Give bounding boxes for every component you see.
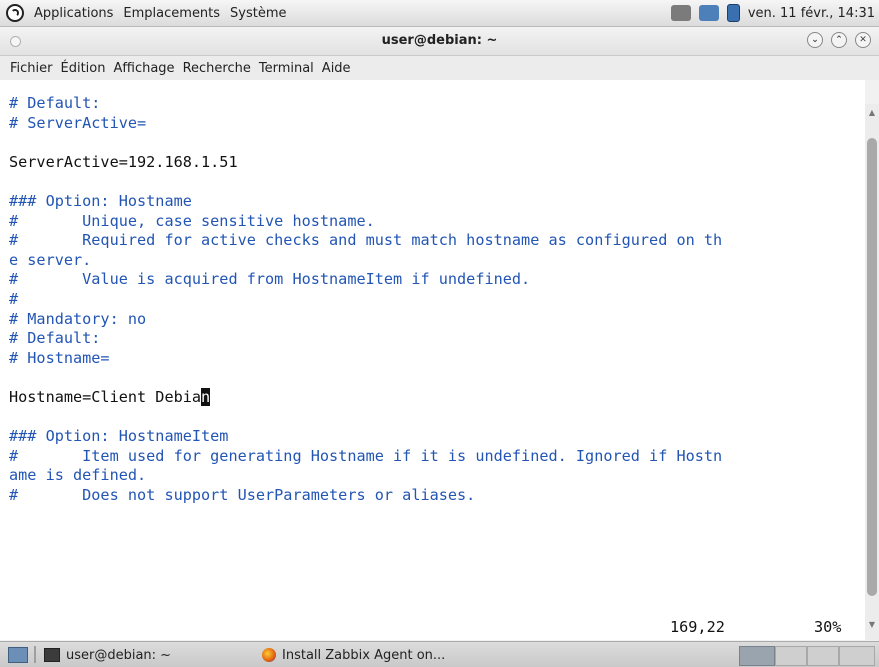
terminal-line: # Does not support UserParameters or ali… bbox=[9, 486, 475, 506]
minimize-button[interactable]: ⌄ bbox=[807, 32, 823, 48]
terminal-line: ### Option: HostnameItem bbox=[9, 427, 228, 447]
terminal-line: # Default: bbox=[9, 94, 100, 114]
taskbar-separator bbox=[34, 646, 36, 663]
task-terminal-label: user@debian: ~ bbox=[66, 647, 172, 663]
workspace-4[interactable] bbox=[839, 646, 875, 666]
menu-search[interactable]: Recherche bbox=[179, 61, 255, 76]
terminal-line-text: # Required for active checks and must ma… bbox=[9, 231, 723, 250]
menu-file[interactable]: Fichier bbox=[6, 61, 57, 76]
terminal-line: ServerActive=192.168.1.51 bbox=[9, 153, 238, 173]
terminal-line-text: ServerActive=192.168.1.51 bbox=[9, 152, 238, 171]
terminal-line: # Default: bbox=[9, 329, 100, 349]
scroll-up-icon[interactable]: ▲ bbox=[865, 108, 879, 120]
terminal-line-text: ame is defined. bbox=[9, 466, 147, 485]
terminal-line-text: # Unique, case sensitive hostname. bbox=[9, 211, 375, 230]
terminal-line-text: # Value is acquired from HostnameItem if… bbox=[9, 270, 531, 289]
terminal-line: # Required for active checks and must ma… bbox=[9, 231, 722, 251]
bottom-taskbar: user@debian: ~ Install Zabbix Agent on..… bbox=[0, 641, 879, 667]
maximize-button[interactable]: ⌃ bbox=[831, 32, 847, 48]
terminal-line-text: e server. bbox=[9, 250, 92, 269]
terminal-line-text: ### Option: Hostname bbox=[9, 192, 192, 210]
battery-icon[interactable] bbox=[726, 4, 740, 22]
terminal-line: # Item used for generating Hostname if i… bbox=[9, 447, 722, 467]
terminal-line-text: # ServerActive= bbox=[9, 113, 147, 132]
applications-logo-icon[interactable] bbox=[6, 4, 24, 22]
terminal-area[interactable]: # Default: # ServerActive= ServerActive=19… bbox=[0, 80, 865, 640]
terminal-line-text: ### Option: HostnameItem bbox=[9, 427, 229, 446]
terminal-line: # Unique, case sensitive hostname. bbox=[9, 212, 375, 232]
workspace-1[interactable] bbox=[739, 646, 775, 666]
terminal-line: e server. bbox=[9, 251, 91, 271]
terminal-line-text: # Mandatory: no bbox=[9, 309, 147, 328]
volume-icon[interactable] bbox=[670, 5, 691, 21]
scroll-down-icon[interactable]: ▼ bbox=[865, 620, 879, 632]
terminal-line-text: # Default: bbox=[9, 329, 101, 348]
terminal-line: ame is defined. bbox=[9, 466, 146, 486]
menu-applications[interactable]: Applications bbox=[32, 6, 115, 21]
terminal-line-text: # Default: bbox=[9, 94, 101, 112]
terminal-line: # ServerActive= bbox=[9, 114, 146, 134]
terminal-line-text: # Item used for generating Hostname if i… bbox=[9, 446, 723, 465]
menu-help[interactable]: Aide bbox=[318, 61, 355, 76]
scroll-percent-status: 30% bbox=[814, 618, 842, 636]
menu-places[interactable]: Emplacements bbox=[121, 6, 222, 21]
terminal-line: # Mandatory: no bbox=[9, 310, 146, 330]
task-firefox-label: Install Zabbix Agent on... bbox=[282, 647, 446, 663]
terminal-menubar: Fichier Édition Affichage Recherche Term… bbox=[0, 56, 879, 80]
menu-edit[interactable]: Édition bbox=[57, 61, 110, 76]
workspace-2[interactable] bbox=[775, 646, 807, 666]
terminal-line: Hostname=Client Debian bbox=[9, 388, 211, 408]
menu-system[interactable]: Système bbox=[228, 6, 288, 21]
clock[interactable]: ven. 11 févr., 14:31 bbox=[748, 6, 875, 21]
terminal-line: ### Option: Hostname bbox=[9, 192, 192, 212]
system-tray: ven. 11 févr., 14:31 bbox=[670, 0, 875, 26]
panel-menus: Applications Emplacements Système bbox=[6, 0, 289, 26]
text-cursor: n bbox=[201, 388, 211, 406]
network-icon[interactable] bbox=[698, 5, 719, 21]
firefox-icon bbox=[262, 648, 276, 662]
window-controls: ⌄ ⌃ ✕ bbox=[807, 32, 871, 48]
menu-terminal[interactable]: Terminal bbox=[255, 61, 318, 76]
show-desktop-icon[interactable] bbox=[8, 647, 28, 663]
scrollbar-thumb[interactable] bbox=[867, 138, 877, 596]
terminal-icon bbox=[44, 648, 60, 662]
terminal-line: # Value is acquired from HostnameItem if… bbox=[9, 270, 530, 290]
terminal-line-text: # Does not support UserParameters or ali… bbox=[9, 486, 476, 504]
terminal-line-text: Hostname=Client Debia bbox=[9, 388, 202, 406]
terminal-line-text: # bbox=[9, 290, 19, 308]
menu-view[interactable]: Affichage bbox=[109, 61, 178, 76]
workspace-3[interactable] bbox=[807, 646, 839, 666]
terminal-line-text: # Hostname= bbox=[9, 348, 110, 367]
task-firefox[interactable]: Install Zabbix Agent on... bbox=[262, 645, 445, 665]
terminal-line: # bbox=[9, 290, 18, 310]
window-title: user@debian: ~ bbox=[381, 33, 498, 48]
task-terminal[interactable]: user@debian: ~ bbox=[44, 645, 171, 665]
terminal-line: # Hostname= bbox=[9, 349, 110, 369]
close-button[interactable]: ✕ bbox=[855, 32, 871, 48]
window-titlebar[interactable]: user@debian: ~ ⌄ ⌃ ✕ bbox=[0, 27, 879, 56]
top-panel: Applications Emplacements Système ven. 1… bbox=[0, 0, 879, 27]
cursor-position-status: 169,22 bbox=[670, 618, 725, 636]
